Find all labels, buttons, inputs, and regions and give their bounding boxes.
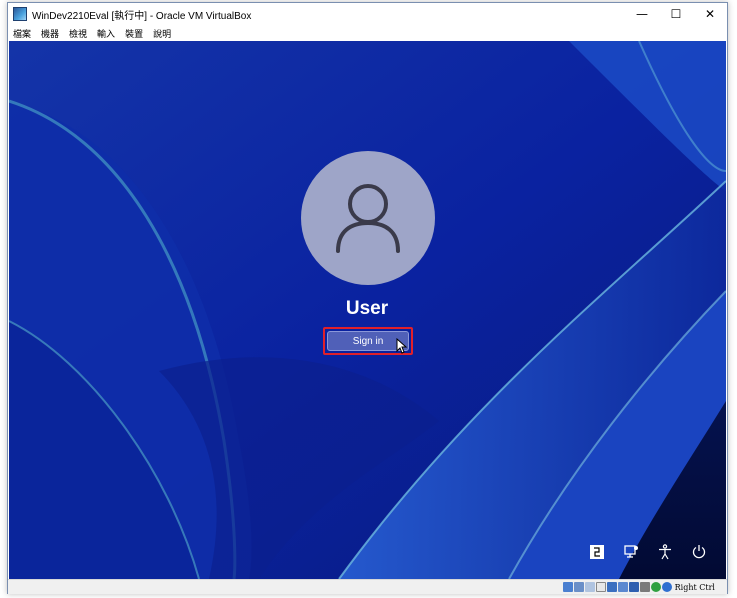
- display-icon[interactable]: [628, 582, 639, 592]
- hard-disk-icon[interactable]: [562, 582, 573, 592]
- user-icon: [336, 184, 400, 253]
- status-bar: Right Ctrl: [8, 579, 727, 594]
- usb-icon[interactable]: [606, 582, 617, 592]
- user-avatar: [301, 151, 435, 285]
- optical-drive-icon[interactable]: [573, 582, 584, 592]
- minimize-button[interactable]: —: [625, 3, 659, 25]
- close-button[interactable]: ✕: [693, 3, 727, 25]
- login-tray: [587, 544, 723, 560]
- menu-devices[interactable]: 裝置: [125, 27, 143, 40]
- window-title: WinDev2210Eval [執行中] - Oracle VM Virtual…: [32, 10, 252, 22]
- audio-icon[interactable]: [584, 582, 595, 592]
- menu-bar: 檔案 機器 檢視 輸入 裝置 說明: [8, 25, 727, 41]
- menu-file[interactable]: 檔案: [13, 27, 31, 40]
- minimize-icon: —: [636, 7, 648, 21]
- accessibility-icon[interactable]: [655, 544, 675, 560]
- mouse-cursor-icon: [396, 338, 408, 354]
- close-icon: ✕: [704, 7, 716, 21]
- mouse-integration-icon[interactable]: [661, 582, 672, 592]
- menu-input[interactable]: 輸入: [97, 27, 115, 40]
- host-key-label: Right Ctrl: [674, 582, 715, 592]
- title-bar[interactable]: WinDev2210Eval [執行中] - Oracle VM Virtual…: [8, 3, 727, 25]
- shared-folder-icon[interactable]: [617, 582, 628, 592]
- network-status-icon[interactable]: [595, 582, 606, 592]
- power-icon[interactable]: [689, 544, 709, 560]
- menu-help[interactable]: 說明: [153, 27, 171, 40]
- recording-icon[interactable]: [639, 582, 650, 592]
- maximize-button[interactable]: ☐: [659, 3, 693, 25]
- signin-button-label: Sign in: [352, 335, 384, 347]
- menu-view[interactable]: 檢視: [69, 27, 87, 40]
- window-controls: — ☐ ✕: [625, 3, 727, 25]
- username-label: User: [345, 298, 389, 319]
- network-icon[interactable]: [621, 544, 641, 560]
- cpu-icon[interactable]: [650, 582, 661, 592]
- menu-machine[interactable]: 機器: [41, 27, 59, 40]
- virtualbox-window: WinDev2210Eval [執行中] - Oracle VM Virtual…: [7, 2, 728, 594]
- language-icon[interactable]: [587, 544, 607, 560]
- virtualbox-app-icon: [13, 7, 27, 21]
- maximize-icon: ☐: [670, 7, 682, 21]
- vm-screen[interactable]: User Sign in: [9, 41, 726, 579]
